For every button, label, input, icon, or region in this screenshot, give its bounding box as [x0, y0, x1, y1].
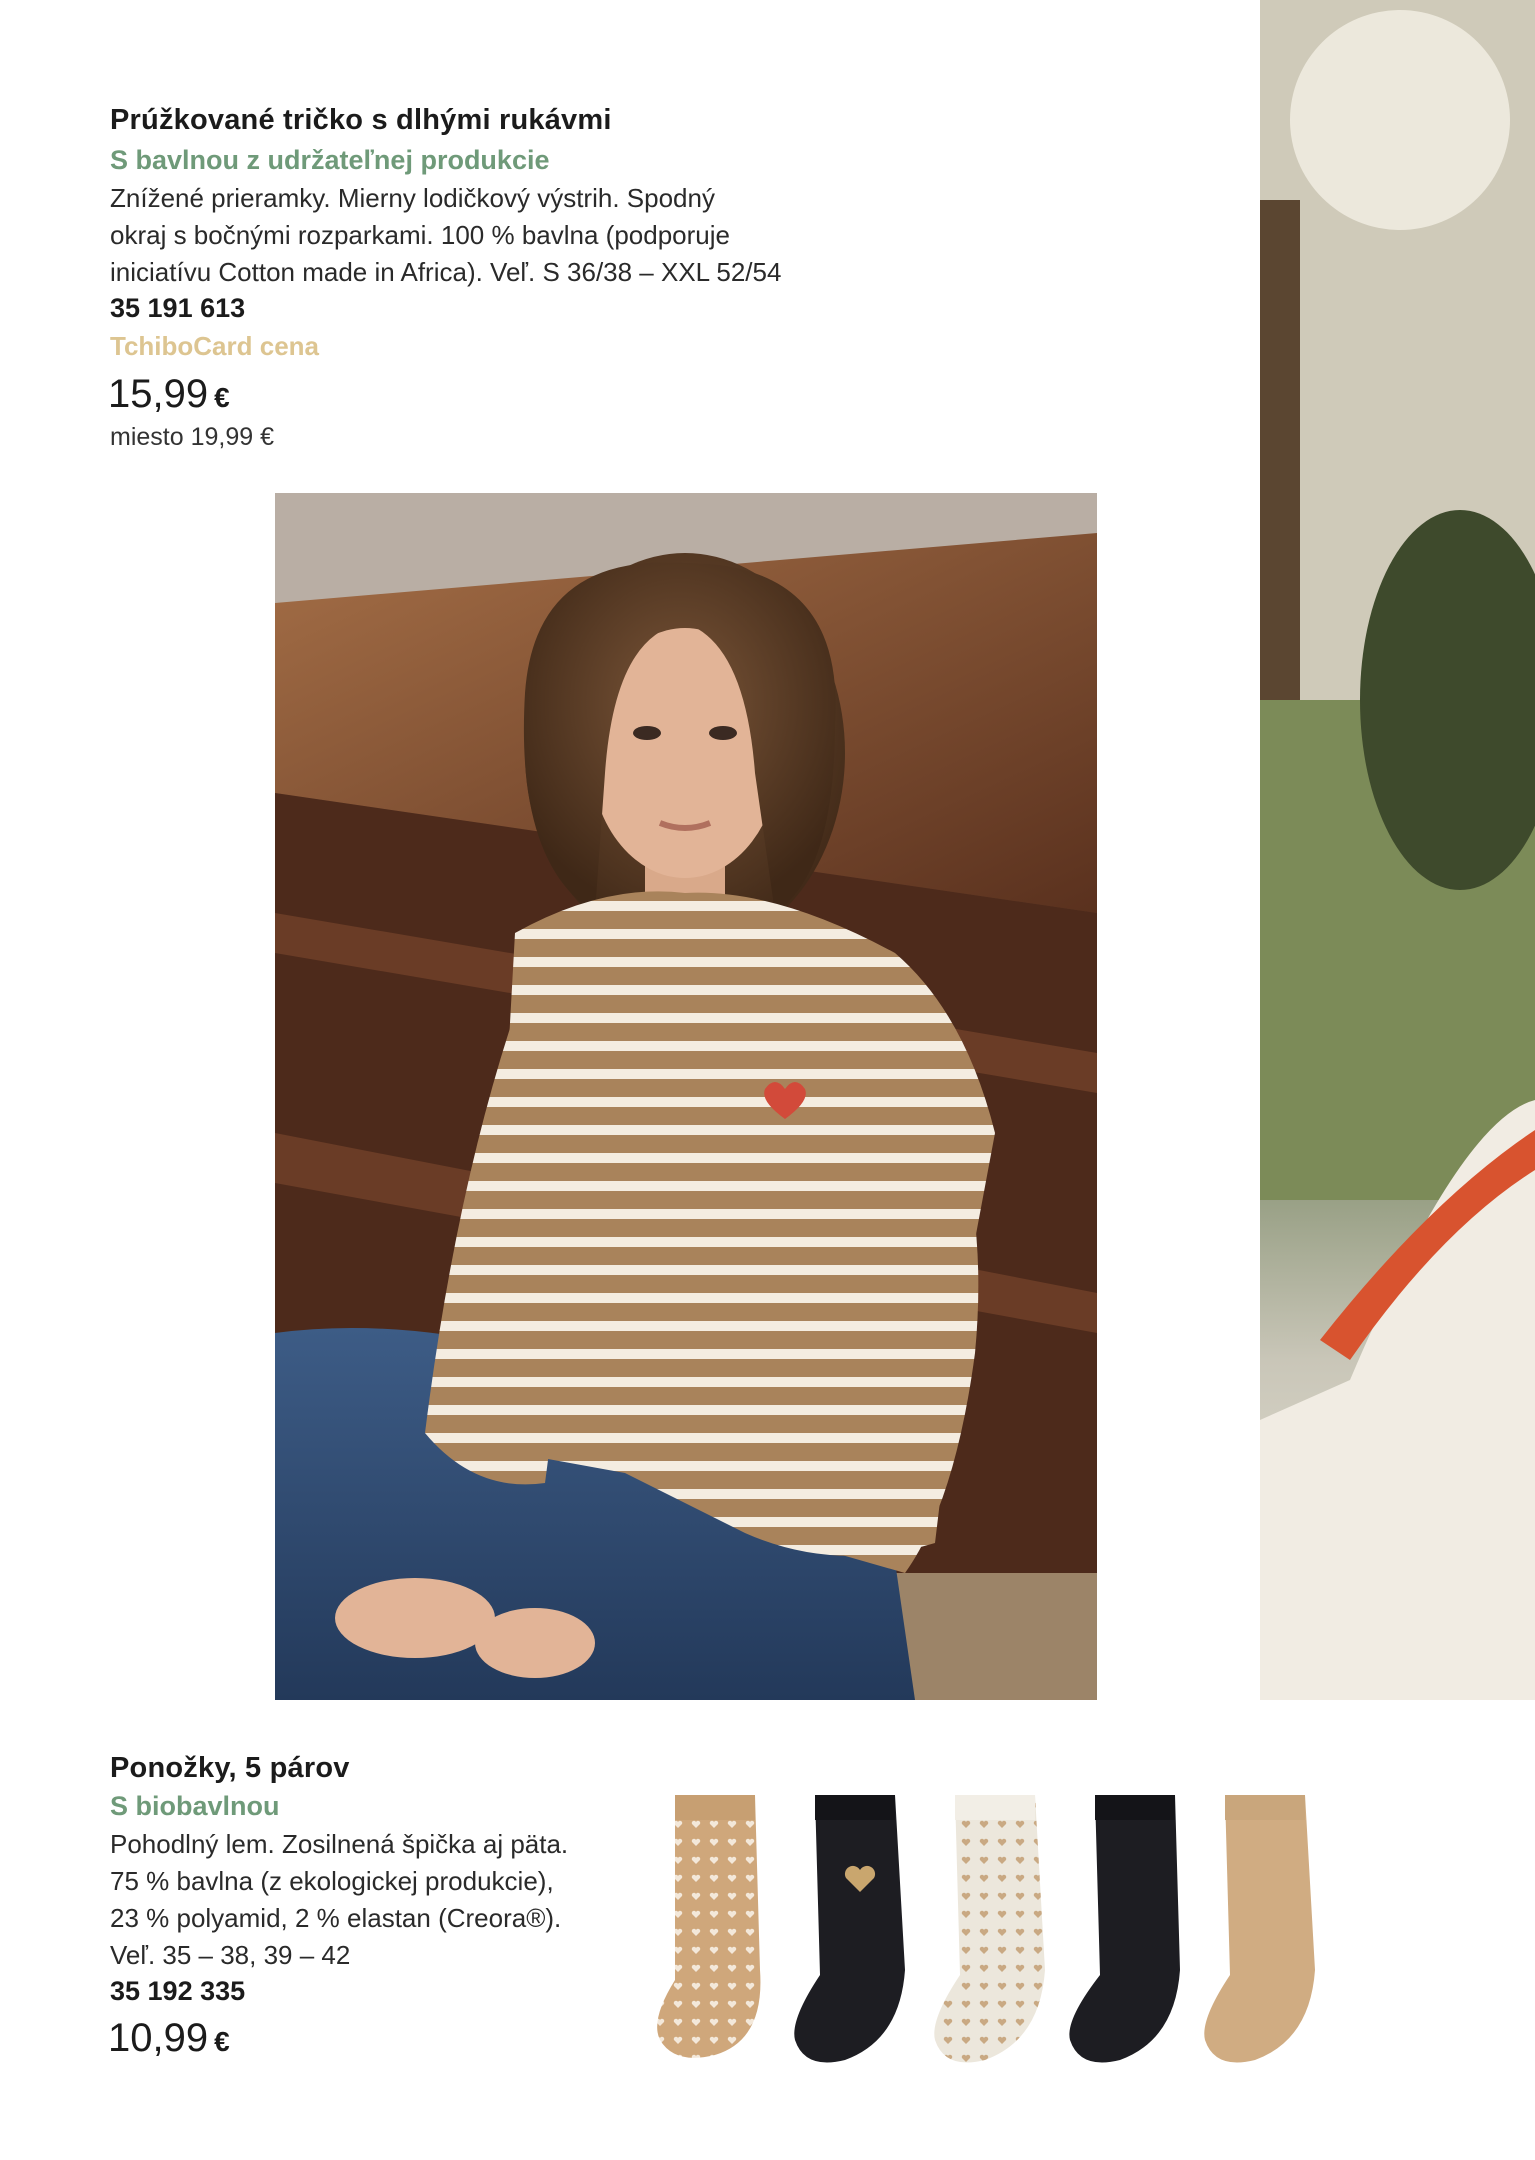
currency: €	[214, 2026, 230, 2057]
description-line: iniciatívu Cotton made in Africa). Veľ. …	[110, 257, 782, 287]
description-line: Znížené prieramky. Mierny lodičkový výst…	[110, 183, 715, 213]
product-photo-striped-shirt	[275, 493, 1097, 1700]
socks-description: Pohodlný lem. Zosilnená špička aj päta. …	[110, 1826, 568, 1974]
description-line: 23 % polyamid, 2 % elastan (Creora®).	[110, 1903, 562, 1933]
description-line: okraj s bočnými rozparkami. 100 % bavlna…	[110, 220, 730, 250]
socks-subtitle: S biobavlnou	[110, 1791, 280, 1821]
socks-price: 10,99 €	[108, 2016, 230, 2061]
black-sock	[1069, 1795, 1180, 2063]
product-title: Prúžkované tričko s dlhými rukávmi	[110, 104, 612, 136]
price: 15,99 €	[108, 372, 230, 417]
price-value: 15,99	[108, 372, 209, 416]
cream-hearts-sock	[934, 1795, 1045, 2063]
beige-sock	[1204, 1795, 1315, 2063]
socks-photo	[615, 1780, 1335, 2070]
article-number: 35 191 613	[110, 293, 246, 323]
description-line: Pohodlný lem. Zosilnená špička aj päta.	[110, 1829, 569, 1859]
old-price: miesto 19,99 €	[110, 423, 274, 451]
socks-article-number: 35 192 335	[110, 1976, 246, 2006]
description-line: 75 % bavlna (z ekologickej produkcie),	[110, 1866, 554, 1896]
description-line: Veľ. 35 – 38, 39 – 42	[110, 1940, 351, 1970]
black-gold-heart-sock	[794, 1795, 905, 2063]
tchibocard-label: TchiboCard cena	[110, 331, 320, 361]
product-subtitle: S bavlnou z udržateľnej produkcie	[110, 145, 550, 175]
currency: €	[214, 382, 230, 413]
side-photo-garden	[1260, 0, 1535, 1700]
product-description: Znížené prieramky. Mierny lodičkový výst…	[110, 180, 781, 291]
beige-hearts-sock	[657, 1795, 761, 2058]
price-value: 10,99	[108, 2016, 209, 2060]
socks-title: Ponožky, 5 párov	[110, 1752, 350, 1784]
